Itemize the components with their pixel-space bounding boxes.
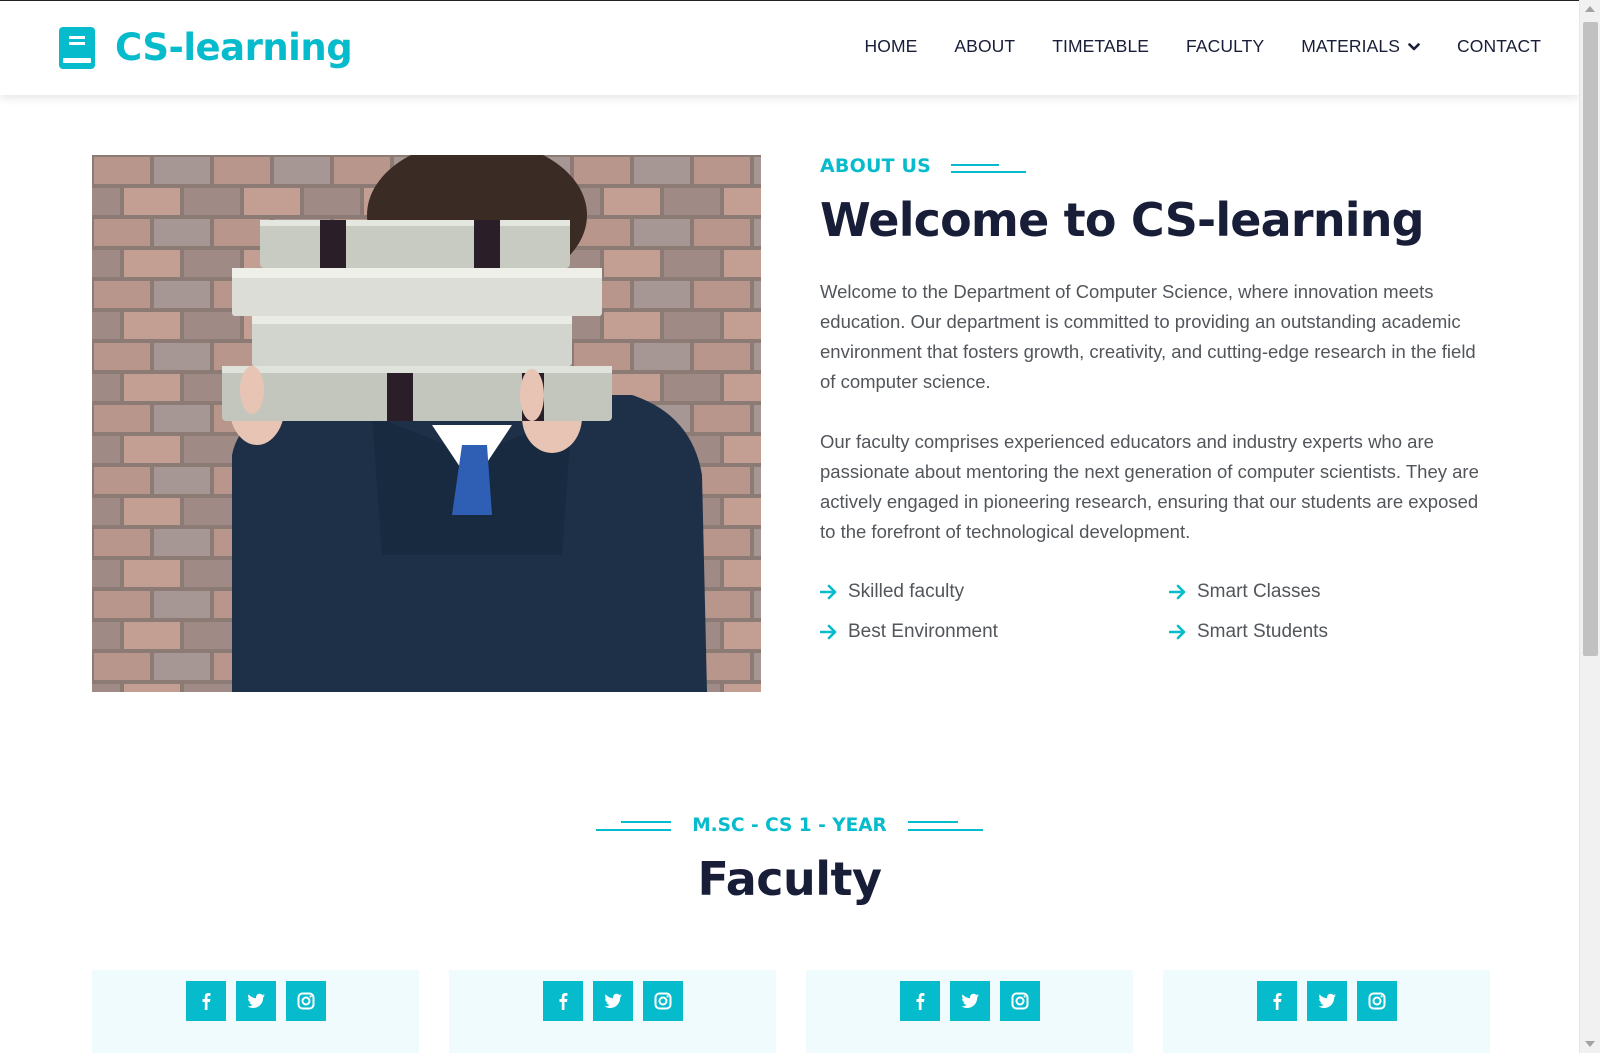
nav-faculty[interactable]: FACULTY (1186, 36, 1264, 57)
about-section: ABOUT US Welcome to CS-learning Welcome … (820, 155, 1490, 647)
faculty-cards (92, 970, 1490, 1053)
twitter-icon[interactable] (246, 991, 266, 1011)
nav-menu: HOME ABOUT TIMETABLE FACULTY MATERIALS C… (828, 36, 1542, 57)
facebook-button[interactable] (899, 981, 940, 1021)
person-holding-books-photo (92, 155, 761, 692)
nav-about-label[interactable]: ABOUT (954, 36, 1015, 57)
instagram-icon[interactable] (1367, 991, 1387, 1011)
faculty-card (806, 970, 1133, 1053)
arrow-right-icon (820, 624, 837, 640)
twitter-button[interactable] (949, 981, 990, 1021)
nav-materials-label[interactable]: MATERIALS (1301, 36, 1400, 57)
feature-label: Best Environment (848, 621, 998, 642)
instagram-icon[interactable] (1010, 991, 1030, 1011)
nav-contact[interactable]: CONTACT (1457, 36, 1541, 57)
decorative-lines (596, 817, 672, 835)
scrollbar-thumb[interactable] (1583, 22, 1598, 656)
instagram-button[interactable] (285, 981, 326, 1021)
arrow-right-icon (820, 584, 837, 600)
features-list: Skilled faculty Smart Classes Best Envir… (820, 577, 1490, 647)
twitter-icon[interactable] (603, 991, 623, 1011)
nav-timetable[interactable]: TIMETABLE (1052, 36, 1149, 57)
feature-item: Smart Students (1169, 617, 1489, 647)
feature-item: Skilled faculty (820, 577, 1169, 607)
brand-name[interactable]: CS-learning (115, 26, 353, 69)
scroll-down-arrow[interactable] (1585, 1041, 1595, 1047)
faculty-label-text: M.SC - CS 1 - YEAR (692, 815, 887, 836)
nav-faculty-label[interactable]: FACULTY (1186, 36, 1264, 57)
decorative-lines (951, 157, 1027, 175)
feature-item: Best Environment (820, 617, 1169, 647)
faculty-card (449, 970, 776, 1053)
feature-label: Smart Students (1197, 621, 1328, 642)
arrow-right-icon (1169, 624, 1186, 640)
instagram-icon[interactable] (296, 991, 316, 1011)
nav-about[interactable]: ABOUT (954, 36, 1015, 57)
facebook-icon[interactable] (1267, 991, 1287, 1011)
instagram-button[interactable] (642, 981, 683, 1021)
about-title: Welcome to CS-learning (820, 193, 1425, 247)
facebook-icon[interactable] (910, 991, 930, 1011)
decorative-lines (907, 817, 983, 835)
scroll-up-arrow[interactable] (1585, 6, 1595, 12)
feature-label: Smart Classes (1197, 581, 1321, 602)
nav-contact-label[interactable]: CONTACT (1457, 36, 1541, 57)
twitter-icon[interactable] (960, 991, 980, 1011)
book-icon (59, 26, 95, 69)
twitter-icon[interactable] (1317, 991, 1337, 1011)
facebook-button[interactable] (1256, 981, 1297, 1021)
nav-home-label[interactable]: HOME (865, 36, 918, 57)
instagram-button[interactable] (1356, 981, 1397, 1021)
twitter-button[interactable] (1306, 981, 1347, 1021)
feature-label: Skilled faculty (848, 581, 965, 602)
chevron-down-icon[interactable] (1408, 42, 1420, 52)
about-paragraph-2: Our faculty comprises experienced educat… (820, 431, 1479, 542)
facebook-button[interactable] (542, 981, 583, 1021)
facebook-icon[interactable] (553, 991, 573, 1011)
instagram-icon[interactable] (653, 991, 673, 1011)
navbar: CS-learning HOME ABOUT TIMETABLE FACULTY… (0, 0, 1579, 95)
about-image (92, 155, 761, 692)
about-paragraph-1: Welcome to the Department of Computer Sc… (820, 281, 1476, 392)
nav-home[interactable]: HOME (865, 36, 918, 57)
instagram-button[interactable] (999, 981, 1040, 1021)
twitter-button[interactable] (235, 981, 276, 1021)
brand-link[interactable]: CS-learning (59, 26, 353, 69)
nav-timetable-label[interactable]: TIMETABLE (1052, 36, 1149, 57)
nav-materials-dropdown[interactable]: MATERIALS (1301, 36, 1420, 57)
faculty-card (92, 970, 419, 1053)
about-label-text: ABOUT US (820, 155, 932, 177)
faculty-card (1163, 970, 1490, 1053)
feature-item: Smart Classes (1169, 577, 1489, 607)
about-label: ABOUT US (820, 155, 1490, 177)
facebook-button[interactable] (185, 981, 226, 1021)
scrollbar[interactable] (1579, 0, 1600, 1053)
faculty-label: M.SC - CS 1 - YEAR (0, 815, 1579, 836)
arrow-right-icon (1169, 584, 1186, 600)
faculty-title: Faculty (697, 852, 882, 906)
twitter-button[interactable] (592, 981, 633, 1021)
facebook-icon[interactable] (196, 991, 216, 1011)
